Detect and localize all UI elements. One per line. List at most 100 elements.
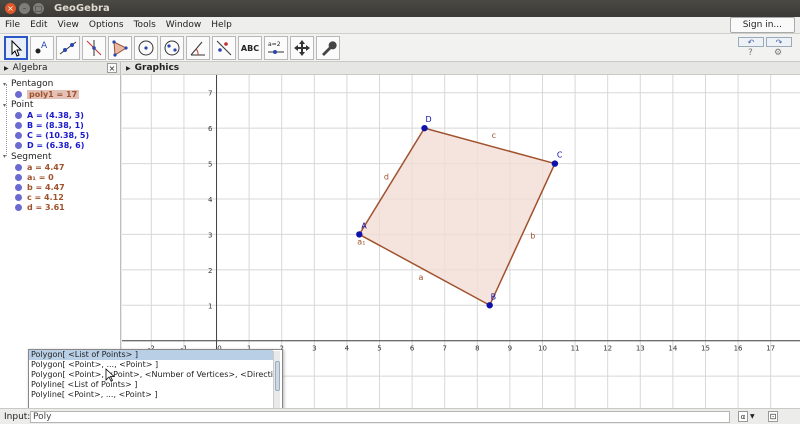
line-tool-icon: [59, 41, 77, 55]
point-D: [421, 124, 428, 132]
menu-tools[interactable]: Tools: [129, 20, 161, 30]
text-tool-icon: ABC: [240, 43, 260, 53]
collapse-icon[interactable]: ▾: [3, 102, 11, 109]
visibility-toggle-icon[interactable]: [15, 173, 22, 181]
algebra-item-b[interactable]: b = 4.47: [15, 182, 120, 192]
autocomplete-item[interactable]: Polygon[ <Point>, <Point>, <Number of Ve…: [29, 370, 273, 380]
algebra-item-poly1[interactable]: poly1 = 17: [15, 89, 120, 99]
point-tool-letter: A: [41, 41, 48, 51]
visibility-toggle-icon[interactable]: [15, 90, 22, 98]
sign-in-button[interactable]: Sign in...: [729, 17, 795, 33]
x-tick-label: 5: [377, 345, 381, 353]
perpendicular-line-tool-button[interactable]: [82, 36, 106, 60]
group-pentagon[interactable]: ▾ Pentagon: [3, 79, 120, 89]
point-tool-button[interactable]: A: [30, 36, 54, 60]
circle-tool-button[interactable]: [134, 36, 158, 60]
menu-edit[interactable]: Edit: [25, 20, 52, 30]
close-algebra-panel-button[interactable]: ×: [107, 63, 117, 73]
algebra-item-value: B = (8.38, 1): [27, 120, 84, 130]
undo-button[interactable]: ↶: [738, 37, 764, 47]
menu-help[interactable]: Help: [206, 20, 237, 30]
algebra-panel-header[interactable]: ▶ Algebra ×: [0, 62, 120, 75]
algebra-item-value: c = 4.12: [27, 193, 64, 203]
group-label: Pentagon: [11, 79, 54, 89]
x-tick-label: 4: [345, 345, 350, 353]
gear-icon[interactable]: ⚙: [774, 48, 782, 58]
redo-button[interactable]: ↷: [766, 37, 792, 47]
algebra-item-a1[interactable]: a₁ = 0: [15, 172, 120, 182]
algebra-item-a[interactable]: a = 4.47: [15, 162, 120, 172]
close-window-button[interactable]: ×: [5, 3, 16, 14]
visibility-toggle-icon[interactable]: [15, 132, 22, 140]
algebra-item-value: A = (4.38, 3): [27, 110, 84, 120]
visibility-toggle-icon[interactable]: [15, 194, 22, 202]
autocomplete-popup: Polygon[ <List of Points> ] Polygon[ <Po…: [28, 349, 283, 410]
reflect-tool-button[interactable]: [212, 36, 236, 60]
menu-view[interactable]: View: [53, 20, 84, 30]
collapse-icon[interactable]: ▾: [3, 81, 11, 88]
segment-label-a1: a₁: [357, 237, 365, 246]
autocomplete-item[interactable]: Polygon[ <Point>, ..., <Point> ]: [29, 360, 273, 370]
algebra-item-value: d = 3.61: [27, 203, 65, 213]
mouse-cursor-icon: [105, 368, 115, 382]
panel-toggle-icon[interactable]: ▶: [126, 65, 131, 72]
input-field[interactable]: Poly: [30, 411, 730, 423]
x-tick-label: 17: [766, 345, 775, 353]
group-segment[interactable]: ▾ Segment: [3, 152, 120, 162]
visibility-toggle-icon[interactable]: [15, 204, 22, 212]
help-icon[interactable]: ?: [748, 48, 753, 58]
point-A: [356, 231, 363, 238]
slider-tool-button[interactable]: a=2: [264, 36, 288, 60]
x-tick-label: 13: [636, 345, 645, 353]
algebra-item-C[interactable]: C = (10.38, 5): [15, 131, 120, 141]
menu-file[interactable]: File: [0, 20, 25, 30]
maximize-window-button[interactable]: □: [33, 3, 44, 14]
algebra-item-d[interactable]: d = 3.61: [15, 203, 120, 213]
properties-button[interactable]: [316, 36, 340, 60]
line-tool-button[interactable]: [56, 36, 80, 60]
algebra-item-value: b = 4.47: [27, 182, 65, 192]
move-graphics-view-button[interactable]: [290, 36, 314, 60]
visibility-toggle-icon[interactable]: [15, 121, 22, 129]
x-tick-label: 11: [571, 345, 580, 353]
scrollbar-thumb[interactable]: [275, 361, 280, 391]
move-graphics-view-icon: [294, 40, 310, 56]
menu-bar: File Edit View Options Tools Window Help…: [0, 17, 800, 34]
alpha-symbol-button[interactable]: α: [738, 411, 748, 422]
graphics-panel-header[interactable]: ▶ Graphics: [122, 62, 800, 75]
algebra-item-A[interactable]: A = (4.38, 3): [15, 110, 120, 120]
algebra-item-value: poly1 = 17: [27, 89, 80, 99]
menu-window[interactable]: Window: [161, 20, 207, 30]
segment-label: c: [492, 131, 496, 140]
visibility-toggle-icon[interactable]: [15, 163, 22, 171]
algebra-item-D[interactable]: D = (6.38, 6): [15, 141, 120, 151]
text-tool-button[interactable]: ABC: [238, 36, 262, 60]
visibility-toggle-icon[interactable]: [15, 111, 22, 119]
algebra-item-c[interactable]: c = 4.12: [15, 193, 120, 203]
point-label: D: [425, 115, 431, 124]
properties-wrench-icon: [322, 41, 337, 56]
menu-options[interactable]: Options: [84, 20, 129, 30]
point-label: A: [361, 221, 367, 230]
visibility-toggle-icon[interactable]: [15, 183, 22, 191]
autocomplete-item[interactable]: Polygon[ <List of Points> ]: [29, 350, 273, 360]
polygon-tool-button[interactable]: [108, 36, 132, 60]
group-point[interactable]: ▾ Point: [3, 100, 120, 110]
chevron-down-icon[interactable]: ▼: [750, 411, 758, 422]
move-tool-button[interactable]: [4, 36, 28, 60]
algebra-item-B[interactable]: B = (8.38, 1): [15, 120, 120, 130]
panel-toggle-icon[interactable]: ▶: [4, 65, 9, 72]
visibility-toggle-icon[interactable]: [15, 142, 22, 150]
algebra-item-value: a = 4.47: [27, 162, 65, 172]
y-tick-label: 4: [208, 196, 213, 204]
ellipse-tool-button[interactable]: [160, 36, 184, 60]
minimize-window-button[interactable]: –: [19, 3, 30, 14]
input-help-button[interactable]: ⊡: [768, 411, 778, 422]
autocomplete-item[interactable]: Polyline[ <Point>, ..., <Point> ]: [29, 390, 273, 400]
collapse-icon[interactable]: ▾: [3, 153, 11, 160]
slider-tool-label: a=2: [268, 41, 281, 48]
segment-label: d: [384, 172, 389, 181]
autocomplete-item[interactable]: Polyline[ <List of Points> ]: [29, 380, 273, 390]
popup-scrollbar[interactable]: [273, 351, 280, 409]
angle-tool-button[interactable]: [186, 36, 210, 60]
